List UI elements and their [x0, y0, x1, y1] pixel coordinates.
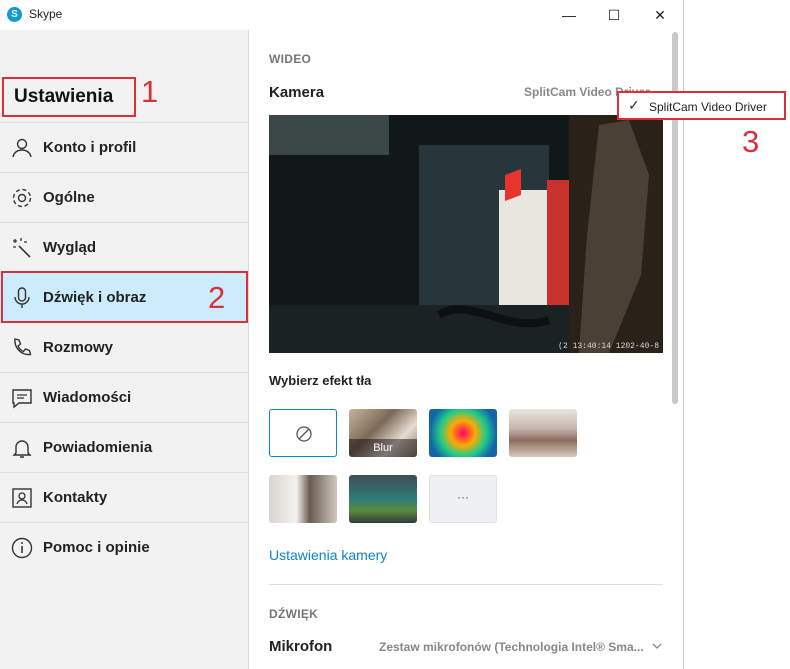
maximize-icon: ☐: [607, 7, 621, 23]
camera-label: Kamera: [269, 84, 325, 101]
close-icon: ✕: [654, 7, 666, 23]
dropdown-option-splitcam[interactable]: SplitCam Video Driver: [649, 100, 767, 114]
window-title: Skype: [29, 7, 63, 21]
effect-room-button[interactable]: [509, 409, 577, 457]
effect-colorful-button[interactable]: [429, 409, 497, 457]
bell-icon: [12, 440, 32, 458]
effect-none-button[interactable]: [269, 409, 337, 457]
maximize-button[interactable]: ☐: [591, 2, 637, 28]
minimize-button[interactable]: —: [546, 2, 592, 28]
sidebar-item-label: Wiadomości: [43, 389, 132, 406]
microphone-label: Mikrofon: [269, 638, 333, 655]
sidebar-item-notifications[interactable]: Powiadomienia: [0, 422, 248, 473]
camera-preview-image: [269, 115, 663, 353]
more-dots-icon: ···: [457, 490, 469, 504]
scrollbar[interactable]: [672, 32, 678, 404]
no-effect-icon: [296, 426, 312, 442]
magic-wand-icon: [13, 238, 31, 258]
microphone-device-select[interactable]: Zestaw mikrofonów (Technologia Intel® Sm…: [379, 640, 644, 654]
info-icon: [11, 537, 33, 559]
title-bar: S Skype — ☐ ✕: [0, 0, 683, 30]
sidebar-item-messages[interactable]: Wiadomości: [0, 372, 248, 423]
sidebar-item-label: Konto i profil: [43, 139, 137, 156]
effect-blur-button[interactable]: Blur: [349, 409, 417, 457]
annotation-number-2: 2: [208, 280, 226, 315]
person-icon: [12, 138, 32, 158]
sidebar-item-label: Kontakty: [43, 489, 108, 506]
phone-icon: [14, 338, 32, 356]
message-icon: [12, 389, 32, 409]
sidebar-item-label: Ogólne: [43, 189, 95, 206]
bg-effect-label: Wybierz efekt tła: [269, 373, 372, 388]
chevron-down-icon[interactable]: [652, 642, 662, 650]
camera-dropdown-menu: ✓ SplitCam Video Driver: [617, 91, 786, 120]
preview-timestamp: (2 13:40:14 1202-40-8: [558, 342, 659, 351]
effect-office-button[interactable]: [269, 475, 337, 523]
sidebar-item-calls[interactable]: Rozmowy: [0, 322, 248, 373]
sidebar-item-label: Wygląd: [43, 239, 97, 256]
section-divider: [269, 584, 663, 585]
sidebar-item-general[interactable]: Ogólne: [0, 172, 248, 223]
effect-blur-label: Blur: [373, 442, 393, 454]
annotation-number-1: 1: [141, 74, 159, 109]
annotation-box-1: [2, 77, 136, 117]
sidebar-item-label: Powiadomienia: [43, 439, 153, 456]
sidebar-item-appearance[interactable]: Wygląd: [0, 222, 248, 273]
sidebar-item-label: Pomoc i opinie: [43, 539, 150, 556]
effect-hall-button[interactable]: [349, 475, 417, 523]
more-effects-button[interactable]: ···: [429, 475, 497, 523]
minimize-icon: —: [562, 7, 576, 23]
checkmark-icon: ✓: [628, 97, 640, 113]
audio-section-heading: DŹWIĘK: [269, 607, 319, 621]
settings-sidebar: Ustawienia Konto i profil Ogólne Wygląd …: [0, 30, 249, 669]
camera-settings-link[interactable]: Ustawienia kamery: [269, 547, 387, 563]
annotation-number-3: 3: [742, 124, 760, 159]
gear-icon: [12, 188, 32, 208]
sidebar-item-label: Rozmowy: [43, 339, 114, 356]
sidebar-item-help[interactable]: Pomoc i opinie: [0, 522, 248, 573]
video-section-heading: WIDEO: [269, 52, 312, 66]
close-button[interactable]: ✕: [637, 2, 683, 28]
sidebar-item-contacts[interactable]: Kontakty: [0, 472, 248, 523]
contact-card-icon: [12, 488, 32, 508]
camera-preview: (2 13:40:14 1202-40-8: [269, 115, 663, 353]
skype-logo-icon: S: [7, 7, 22, 22]
sidebar-item-account[interactable]: Konto i profil: [0, 122, 248, 173]
